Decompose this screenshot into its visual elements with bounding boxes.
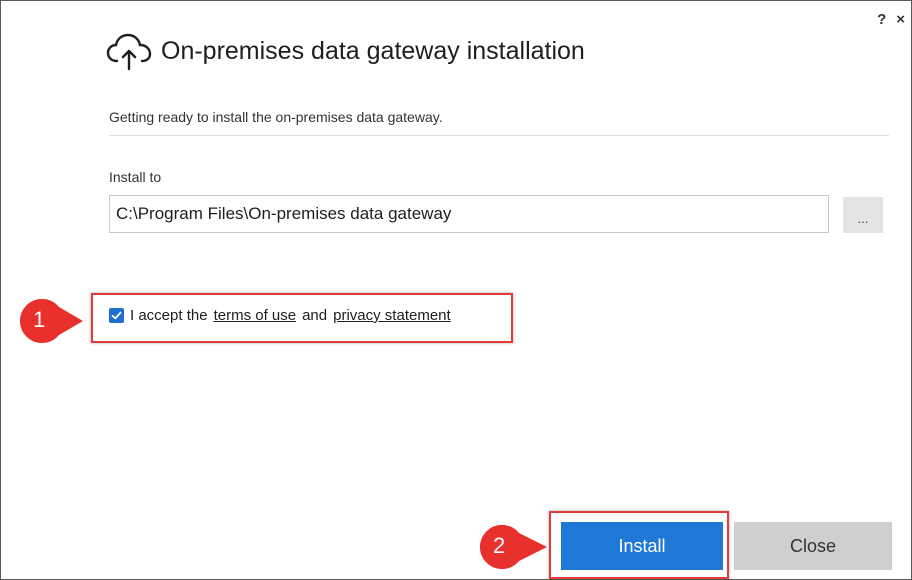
installer-window: ? × On-premises data gateway installatio…: [0, 0, 912, 580]
accept-terms-row: I accept the terms of use and privacy st…: [109, 307, 451, 324]
close-button[interactable]: Close: [734, 522, 892, 570]
install-button[interactable]: Install: [561, 522, 723, 570]
step1-callout: 1: [15, 293, 83, 349]
step1-number: 1: [33, 307, 46, 332]
terms-of-use-link[interactable]: terms of use: [214, 307, 297, 324]
dialog-title: On-premises data gateway installation: [161, 36, 585, 65]
help-button[interactable]: ?: [877, 11, 886, 28]
install-to-label: Install to: [109, 169, 162, 185]
browse-button[interactable]: ...: [843, 197, 883, 233]
cloud-upload-icon: [106, 33, 152, 71]
dialog-header: On-premises data gateway installation: [105, 31, 585, 71]
privacy-statement-link[interactable]: privacy statement: [333, 307, 451, 324]
install-path-input[interactable]: [109, 195, 829, 233]
callout-marker-icon: [478, 523, 547, 571]
accept-prefix: I accept the: [130, 307, 208, 324]
status-text: Getting ready to install the on-premises…: [109, 109, 443, 125]
accept-checkbox[interactable]: [109, 308, 124, 323]
title-controls: ? ×: [877, 11, 905, 28]
checkmark-icon: [111, 311, 122, 320]
window-close-button[interactable]: ×: [896, 11, 905, 28]
divider: [109, 135, 889, 136]
step2-callout: 2: [473, 519, 547, 575]
callout-marker-icon: [18, 297, 83, 345]
accept-conjunction: and: [302, 307, 328, 324]
step2-number: 2: [493, 533, 506, 558]
